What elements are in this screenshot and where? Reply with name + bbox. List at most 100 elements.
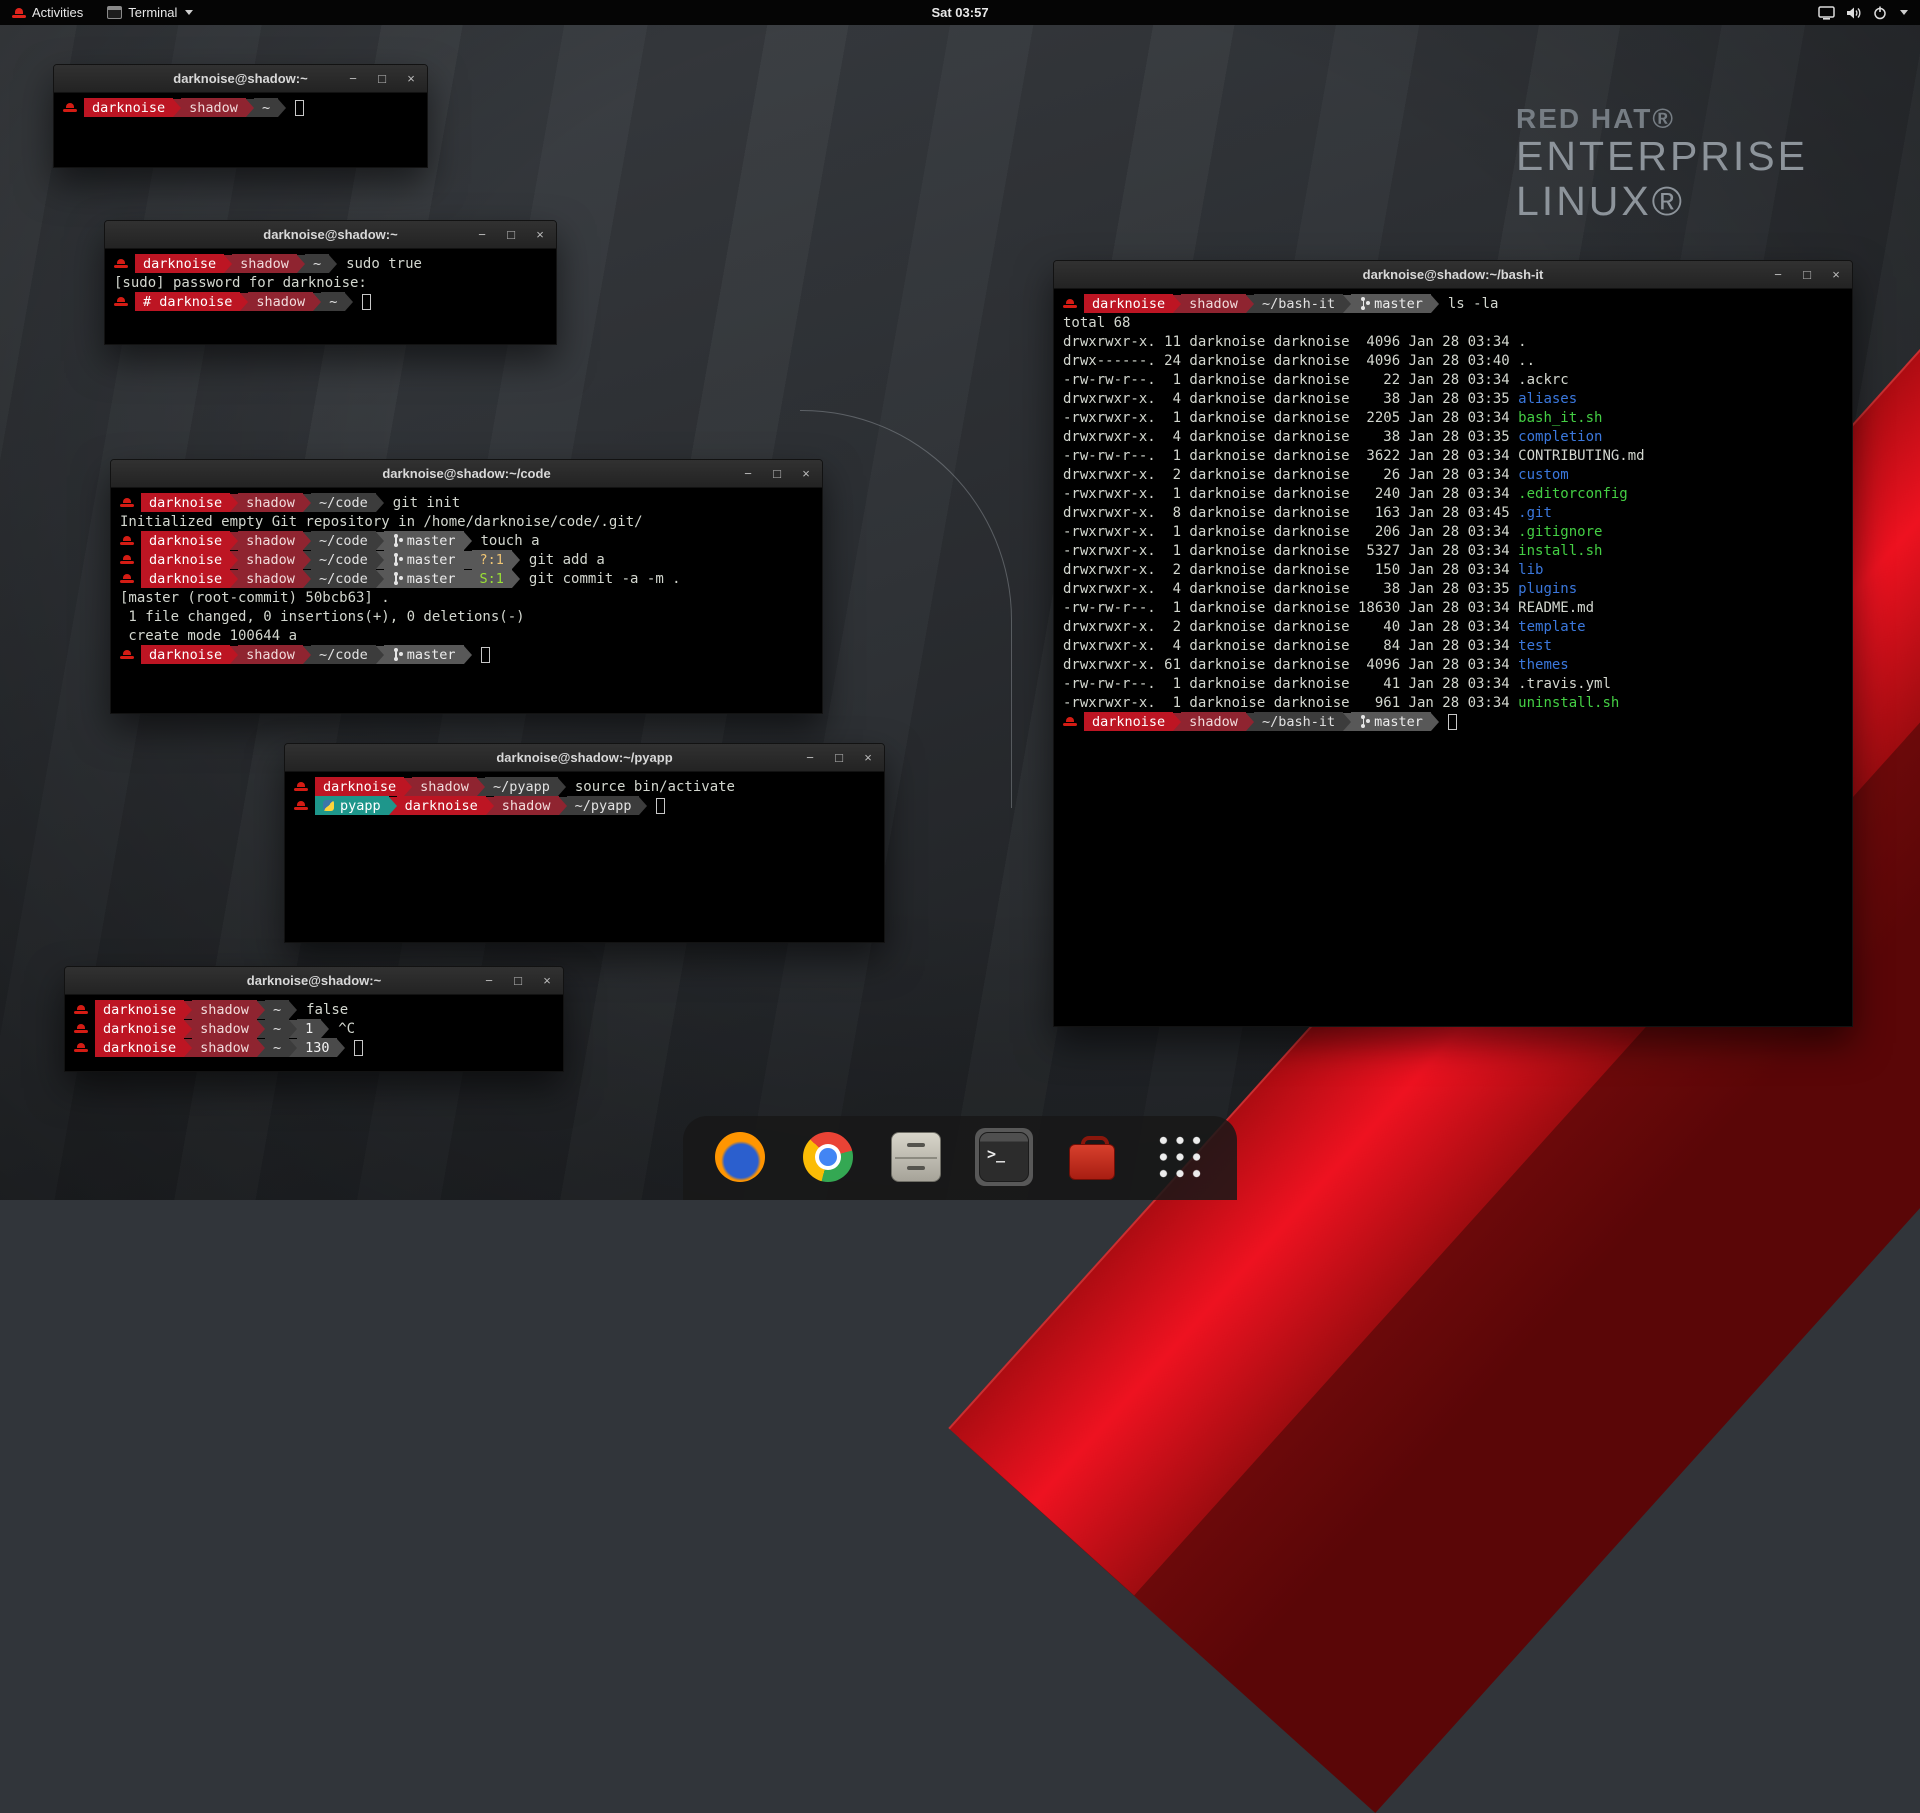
python-icon	[323, 800, 334, 811]
maximize-button[interactable]: □	[832, 750, 846, 765]
activities-button[interactable]: Activities	[0, 0, 95, 25]
terminal-content[interactable]: darknoiseshadow~falsedarknoiseshadow~1^C…	[65, 995, 563, 1071]
window-titlebar[interactable]: darknoise@shadow:~ − □ ×	[65, 967, 563, 995]
terminal-line: darknoiseshadow~/codemasterS:1git commit…	[120, 569, 813, 588]
file-name: .travis.yml	[1518, 676, 1611, 692]
minimize-button[interactable]: −	[1771, 267, 1785, 282]
powerline-segment: master	[384, 531, 464, 550]
terminal-content[interactable]: darknoiseshadow~	[54, 93, 427, 167]
powerline-separator-icon	[337, 1039, 345, 1057]
file-name: .gitignore	[1518, 524, 1602, 540]
display-icon	[1818, 6, 1835, 20]
powerline-segment: S:1	[472, 569, 512, 588]
window-titlebar[interactable]: darknoise@shadow:~ − □ ×	[54, 65, 427, 93]
maximize-button[interactable]: □	[504, 227, 518, 242]
terminal-cursor	[481, 647, 490, 663]
maximize-button[interactable]: □	[770, 466, 784, 481]
powerline-separator-icon	[257, 1020, 265, 1038]
powerline-segment: master	[384, 645, 464, 664]
chevron-down-icon	[1900, 10, 1908, 15]
close-button[interactable]: ×	[533, 227, 547, 242]
powerline-segment: shadow	[1181, 712, 1246, 731]
powerline-separator-icon	[303, 570, 311, 588]
powerline-segment: ~/bash-it	[1254, 712, 1343, 731]
dock-item-show-apps[interactable]	[1151, 1128, 1209, 1186]
powerline-separator-icon	[257, 1001, 265, 1019]
ls-fields: -rw-rw-r--. 1 darknoise darknoise 3622 J…	[1063, 448, 1518, 464]
git-branch-icon	[1359, 297, 1368, 310]
maximize-button[interactable]: □	[375, 71, 389, 86]
window-titlebar[interactable]: darknoise@shadow:~/bash-it − □ ×	[1054, 261, 1852, 289]
ls-fields: drwxrwxr-x. 8 darknoise darknoise 163 Ja…	[1063, 505, 1518, 521]
terminal-cursor	[1448, 714, 1457, 730]
chrome-icon	[803, 1132, 853, 1182]
ls-fields: drwxrwxr-x. 2 darknoise darknoise 26 Jan…	[1063, 467, 1518, 483]
powerline-separator-icon	[512, 570, 520, 588]
powerline-separator-icon	[389, 797, 397, 815]
terminal-content[interactable]: darknoiseshadow~/bash-itmasterls -latota…	[1054, 289, 1852, 1026]
dock-item-files[interactable]	[887, 1128, 945, 1186]
minimize-button[interactable]: −	[741, 466, 755, 481]
terminal-line: drwxrwxr-x. 2 darknoise darknoise 40 Jan…	[1063, 617, 1843, 636]
gnome-top-bar: Activities Terminal Sat 03:57	[0, 0, 1920, 25]
terminal-line: darknoiseshadow~/codemaster?:1git add a	[120, 550, 813, 569]
minimize-button[interactable]: −	[803, 750, 817, 765]
close-button[interactable]: ×	[1829, 267, 1843, 282]
terminal-line: drwxrwxr-x. 4 darknoise darknoise 38 Jan…	[1063, 427, 1843, 446]
window-titlebar[interactable]: darknoise@shadow:~ − □ ×	[105, 221, 556, 249]
clock[interactable]: Sat 03:57	[931, 5, 988, 20]
command-text: git add a	[529, 552, 605, 568]
dock-item-terminal[interactable]: >_	[975, 1128, 1033, 1186]
powerline-segment: shadow	[192, 1000, 257, 1019]
redhat-brand-logo: RED HAT® ENTERPRISE LINUX®	[1516, 104, 1808, 223]
output-text: [master (root-commit) 50bcb63] .	[120, 590, 390, 606]
ls-fields: drwxrwxr-x. 4 darknoise darknoise 38 Jan…	[1063, 581, 1518, 597]
maximize-button[interactable]: □	[1800, 267, 1814, 282]
app-menu-terminal[interactable]: Terminal	[95, 0, 205, 25]
window-title: darknoise@shadow:~	[173, 71, 307, 86]
dock-item-firefox[interactable]	[711, 1128, 769, 1186]
dock-item-toolbox[interactable]	[1063, 1128, 1121, 1186]
powerline-separator-icon	[376, 646, 384, 664]
file-name: CONTRIBUTING.md	[1518, 448, 1644, 464]
firefox-icon	[715, 1132, 765, 1182]
terminal-window-exitcodes[interactable]: darknoise@shadow:~ − □ × darknoiseshadow…	[64, 966, 564, 1072]
ls-fields: -rwxrwxr-x. 1 darknoise darknoise 5327 J…	[1063, 543, 1518, 559]
powerline-separator-icon	[1431, 295, 1439, 313]
terminal-window-home-1[interactable]: darknoise@shadow:~ − □ × darknoiseshadow…	[53, 64, 428, 168]
terminal-window-code[interactable]: darknoise@shadow:~/code − □ × darknoises…	[110, 459, 823, 714]
close-button[interactable]: ×	[404, 71, 418, 86]
terminal-window-pyapp[interactable]: darknoise@shadow:~/pyapp − □ × darknoise…	[284, 743, 885, 943]
powerline-segment: darknoise	[1084, 294, 1173, 313]
powerline-separator-icon	[376, 532, 384, 550]
terminal-content[interactable]: darknoiseshadow~sudo true[sudo] password…	[105, 249, 556, 344]
minimize-button[interactable]: −	[482, 973, 496, 988]
terminal-line: darknoiseshadow~130	[74, 1038, 554, 1057]
close-button[interactable]: ×	[540, 973, 554, 988]
system-status-area[interactable]	[1812, 0, 1914, 25]
powerline-segment: ~/bash-it	[1254, 294, 1343, 313]
redhat-prompt-icon	[114, 297, 128, 306]
terminal-content[interactable]: darknoiseshadow~/codegit initInitialized…	[111, 488, 822, 713]
powerline-separator-icon	[1431, 713, 1439, 731]
window-titlebar[interactable]: darknoise@shadow:~/pyapp − □ ×	[285, 744, 884, 772]
command-text: touch a	[481, 533, 540, 549]
dock-item-chrome[interactable]	[799, 1128, 857, 1186]
maximize-button[interactable]: □	[511, 973, 525, 988]
minimize-button[interactable]: −	[346, 71, 360, 86]
terminal-line: drwxrwxr-x. 4 darknoise darknoise 38 Jan…	[1063, 389, 1843, 408]
terminal-window-bash-it[interactable]: darknoise@shadow:~/bash-it − □ × darknoi…	[1053, 260, 1853, 1027]
terminal-line: drwxrwxr-x. 11 darknoise darknoise 4096 …	[1063, 332, 1843, 351]
toolbox-icon	[1067, 1132, 1117, 1182]
close-button[interactable]: ×	[799, 466, 813, 481]
file-name: test	[1518, 638, 1552, 654]
minimize-button[interactable]: −	[475, 227, 489, 242]
terminal-cursor	[656, 798, 665, 814]
terminal-line: drwxrwxr-x. 61 darknoise darknoise 4096 …	[1063, 655, 1843, 674]
powerline-segment: shadow	[494, 796, 559, 815]
terminal-content[interactable]: darknoiseshadow~/pyappsource bin/activat…	[285, 772, 884, 942]
file-name: install.sh	[1518, 543, 1602, 559]
close-button[interactable]: ×	[861, 750, 875, 765]
terminal-window-sudo[interactable]: darknoise@shadow:~ − □ × darknoiseshadow…	[104, 220, 557, 345]
window-titlebar[interactable]: darknoise@shadow:~/code − □ ×	[111, 460, 822, 488]
